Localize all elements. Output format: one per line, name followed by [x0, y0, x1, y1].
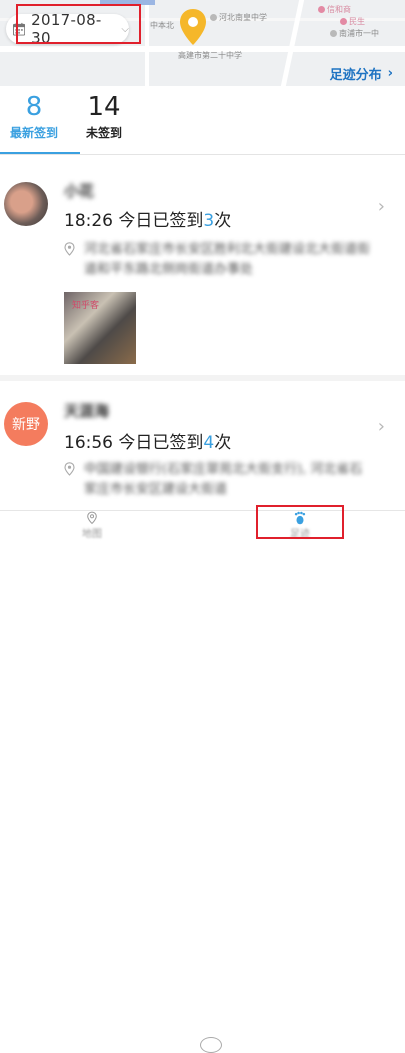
watermark-icon: [200, 1037, 222, 1053]
map-poi: 信和商: [318, 4, 351, 15]
avatar: 新野: [4, 402, 48, 446]
checkin-address: 中国建设银行(石家庄翠苑北大街支行), 河北省石家庄市长安区建设大街道: [84, 462, 363, 497]
chevron-right-icon: ›: [387, 66, 393, 81]
tab-unsigned[interactable]: 14 未签到: [80, 92, 128, 141]
footprint-distribution-link[interactable]: 足迹分布 ›: [330, 64, 393, 83]
map-poi: 中本北: [150, 21, 174, 30]
map-poi: 高建市第二十中学: [178, 51, 242, 60]
checkin-record[interactable]: 新野 天涯海 16:56 今日已签到4次 › 中国建设银行(石家庄翠苑北大街支行…: [0, 390, 405, 505]
poi-pin-icon: [210, 14, 217, 21]
chevron-right-icon: ›: [377, 196, 385, 217]
tab-latest-signed[interactable]: 8 最新签到: [2, 92, 66, 141]
location-icon: [64, 462, 75, 476]
checkin-photo[interactable]: 知乎客: [64, 292, 136, 364]
checkin-address: 河北省石家庄市长安区胜利北大街建设北大街道街道和平东路北侧岗街道办事处: [84, 242, 371, 277]
tab-map[interactable]: 地图: [72, 511, 112, 540]
checkin-summary: 18:26 今日已签到3次: [64, 211, 232, 231]
signed-count: 8: [25, 92, 43, 122]
avatar-text: 新野: [12, 417, 40, 433]
employee-name: 小花: [64, 182, 95, 200]
checkin-summary: 16:56 今日已签到4次: [64, 433, 232, 453]
checkin-count: 3: [203, 211, 215, 231]
annotation-box: [16, 4, 141, 44]
map-poi: 河北南皇中学: [210, 12, 267, 23]
poi-pin-icon: [330, 30, 337, 37]
poi-pin-icon: [340, 18, 347, 25]
location-icon: [64, 242, 75, 256]
avatar: [4, 182, 48, 226]
map-poi: 南浦市一中: [330, 28, 379, 39]
bottom-tab-bar: 地图 足迹: [0, 510, 405, 1053]
employee-name: 天涯海: [64, 402, 110, 420]
location-pin-icon: [180, 9, 206, 45]
footprint-link-label: 足迹分布: [329, 68, 382, 83]
tab-map-label: 地图: [82, 529, 102, 540]
unsigned-label: 未签到: [85, 126, 122, 140]
signed-label: 最新签到: [9, 126, 58, 140]
stats-bar: 8 最新签到 14 未签到: [0, 90, 405, 150]
annotation-box: [256, 505, 344, 539]
checkin-record[interactable]: 小花 18:26 今日已签到3次 › 河北省石家庄市长安区胜利北大街建设北大街道…: [0, 170, 405, 370]
map-road: [145, 0, 149, 86]
section-gap: [0, 375, 405, 381]
photo-tag: 知乎客: [72, 301, 100, 311]
poi-pin-icon: [318, 6, 325, 13]
checkin-count: 4: [203, 433, 215, 453]
map-poi: 民生: [340, 16, 365, 27]
divider: [0, 154, 405, 155]
map-marker-icon: [87, 511, 97, 525]
map-road: [280, 0, 305, 86]
chevron-right-icon: ›: [377, 416, 385, 437]
unsigned-count: 14: [87, 92, 121, 122]
